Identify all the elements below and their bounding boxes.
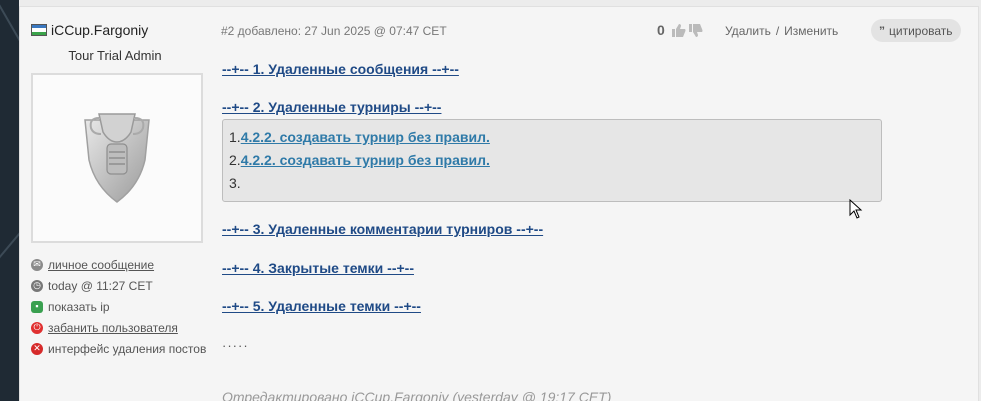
ip-icon: ▪	[31, 300, 43, 313]
power-icon: ⏻	[31, 321, 43, 334]
quote-icon: ”	[879, 23, 885, 38]
section-link-2[interactable]: --+-- 2. Удаленные турниры --+--	[222, 99, 441, 115]
section-link-3[interactable]: --+-- 3. Удаленные комментарии турниров …	[222, 221, 543, 237]
rule-link[interactable]: 4.2.2. создавать турнир без правил.	[241, 152, 490, 168]
post-actions: Удалить / Изменить	[725, 24, 838, 38]
post-delete-interface-label[interactable]: интерфейс удаления постов	[48, 342, 206, 356]
delete-icon: ✕	[31, 342, 43, 355]
dots-text: ·····	[222, 338, 249, 353]
list-item: 3.	[229, 175, 881, 198]
edit-post-link[interactable]: Изменить	[784, 24, 838, 38]
list-number: 2.	[229, 152, 241, 168]
section-link-5[interactable]: --+-- 5. Удаленные темки --+--	[222, 298, 421, 314]
username-row: iCCup.Fargoniy	[31, 22, 148, 38]
list-number: 3.	[229, 175, 241, 191]
mail-icon: ✉	[31, 258, 43, 271]
section-link-1[interactable]: --+-- 1. Удаленные сообщения --+--	[222, 61, 459, 77]
post-delete-interface-link[interactable]: ✕ интерфейс удаления постов	[31, 338, 206, 359]
edited-note: Отредактировано iCCup.Fargoniy (yesterda…	[222, 389, 612, 401]
clock-icon: ◷	[31, 279, 43, 292]
private-message-link[interactable]: ✉ личное сообщение	[31, 254, 206, 275]
avatar	[31, 73, 203, 243]
user-actions: ✉ личное сообщение ◷ today @ 11:27 CET ▪…	[31, 254, 206, 359]
delete-post-link[interactable]: Удалить	[725, 24, 771, 38]
ban-user-label[interactable]: забанить пользователя	[48, 321, 178, 335]
trophy-shield-icon	[84, 113, 150, 203]
last-seen: ◷ today @ 11:27 CET	[31, 275, 206, 296]
background-strip	[0, 0, 19, 401]
country-flag-icon	[31, 24, 47, 36]
user-panel: iCCup.Fargoniy Tour Trial Admin ✉ личное…	[20, 7, 220, 401]
vote-count: 0	[657, 22, 665, 38]
forum-post: iCCup.Fargoniy Tour Trial Admin ✉ личное…	[19, 6, 979, 401]
action-separator: /	[775, 24, 780, 38]
rule-link[interactable]: 4.2.2. создавать турнир без правил.	[241, 129, 490, 145]
list-item: 2.4.2.2. создавать турнир без правил.	[229, 152, 881, 175]
post-meta: #2 добавлено: 27 Jun 2025 @ 07:47 CET	[221, 24, 447, 38]
show-ip-link[interactable]: ▪ показать ip	[31, 296, 206, 317]
thumbs-down-icon[interactable]	[689, 24, 703, 37]
user-role: Tour Trial Admin	[68, 48, 162, 63]
username[interactable]: iCCup.Fargoniy	[51, 22, 148, 38]
spoiler-box: 1.4.2.2. создавать турнир без правил. 2.…	[222, 119, 882, 202]
section-link-4[interactable]: --+-- 4. Закрытые темки --+--	[222, 260, 414, 276]
show-ip-label[interactable]: показать ip	[48, 300, 110, 314]
last-seen-label: today @ 11:27 CET	[48, 278, 153, 293]
thumbs-up-icon[interactable]	[672, 24, 686, 37]
quote-label: цитировать	[889, 23, 953, 38]
private-message-label[interactable]: личное сообщение	[48, 258, 154, 272]
mouse-cursor-icon	[849, 199, 863, 219]
quote-button[interactable]: ” цитировать	[871, 19, 961, 42]
list-number: 1.	[229, 129, 241, 145]
ban-user-link[interactable]: ⏻ забанить пользователя	[31, 317, 206, 338]
list-item: 1.4.2.2. создавать турнир без правил.	[229, 129, 881, 152]
